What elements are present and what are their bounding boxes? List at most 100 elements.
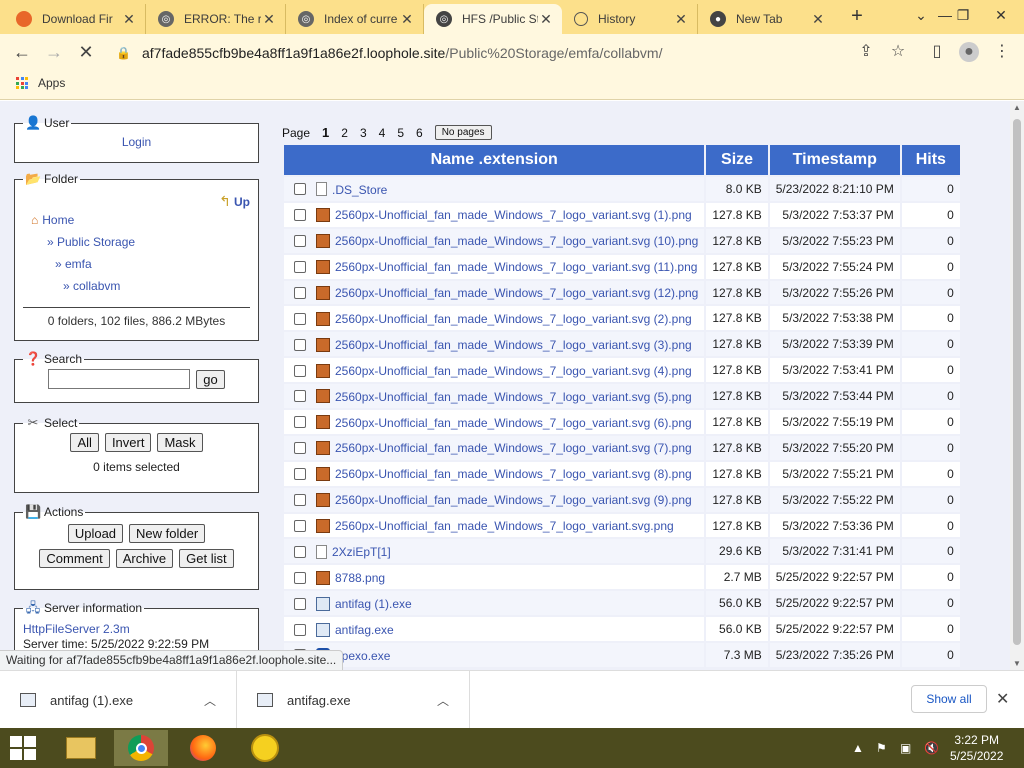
column-header-size[interactable]: Size (706, 145, 768, 175)
file-link[interactable]: 2560px-Unofficial_fan_made_Windows_7_log… (335, 338, 692, 352)
file-checkbox[interactable] (294, 416, 306, 429)
windows-start-icon[interactable] (10, 736, 38, 760)
volume-muted-icon[interactable]: 🔇 (924, 728, 939, 768)
share-icon[interactable]: ⇪ (856, 42, 876, 62)
tab-index[interactable]: ◎ Index of curre ✕ (286, 4, 424, 34)
back-button[interactable]: ← (10, 40, 34, 64)
file-checkbox[interactable] (294, 623, 306, 636)
file-checkbox[interactable] (294, 468, 306, 481)
file-link[interactable]: 8788.png (335, 571, 385, 585)
side-panel-icon[interactable]: ▯ (927, 42, 947, 62)
address-bar[interactable]: 🔒 af7fade855cfb9be4a8ff1a9f1a86e2f.looph… (108, 39, 916, 66)
scroll-up-icon[interactable]: ▲ (1010, 103, 1024, 112)
file-link[interactable]: 2560px-Unofficial_fan_made_Windows_7_log… (335, 415, 692, 429)
apps-bookmark[interactable]: Apps (16, 76, 65, 90)
menu-icon[interactable]: ⋮ (992, 42, 1012, 62)
file-link[interactable]: 2560px-Unofficial_fan_made_Windows_7_log… (335, 519, 674, 533)
tab-hfs-active[interactable]: ◎ HFS /Public St ✕ (424, 4, 562, 34)
tab-download-firefox[interactable]: Download Fir ✕ (4, 4, 146, 34)
star-icon[interactable]: ☆ (888, 42, 908, 62)
breadcrumb-home[interactable]: Home (42, 213, 74, 227)
scroll-down-icon[interactable]: ▼ (1010, 659, 1024, 668)
file-checkbox[interactable] (294, 519, 306, 532)
page-5[interactable]: 5 (397, 126, 404, 140)
file-checkbox[interactable] (294, 442, 306, 455)
select-all-button[interactable]: All (70, 433, 99, 452)
page-6[interactable]: 6 (416, 126, 423, 140)
app-taskbar-icon[interactable] (238, 730, 292, 766)
close-icon[interactable]: ✕ (810, 11, 826, 28)
breadcrumb-collabvm[interactable]: » collabvm (63, 279, 120, 293)
close-shelf-icon[interactable]: ✕ (996, 689, 1009, 709)
close-icon[interactable]: ✕ (261, 11, 277, 28)
firefox-taskbar-icon[interactable] (176, 730, 230, 766)
file-checkbox[interactable] (294, 364, 306, 377)
action-center-flag-icon[interactable]: ⚑ (876, 728, 887, 768)
file-link[interactable]: apexo.exe (335, 648, 390, 662)
download-item[interactable]: antifag.exe ︿ (237, 671, 470, 729)
profile-icon[interactable]: ● (959, 42, 979, 62)
close-icon[interactable]: ✕ (399, 11, 415, 28)
show-all-downloads-button[interactable]: Show all (911, 685, 987, 713)
file-checkbox[interactable] (294, 183, 306, 196)
page-3[interactable]: 3 (360, 126, 367, 140)
page-1[interactable]: 1 (322, 125, 329, 140)
file-checkbox[interactable] (294, 235, 306, 248)
tab-history[interactable]: History ✕ (562, 4, 698, 34)
breadcrumb-public-storage[interactable]: » Public Storage (47, 235, 135, 249)
file-link[interactable]: .DS_Store (332, 182, 387, 196)
stop-loading-button[interactable]: ✕ (74, 40, 98, 64)
get-list-button[interactable]: Get list (179, 549, 234, 568)
file-explorer-icon[interactable] (54, 730, 108, 766)
download-item[interactable]: antifag (1).exe ︿ (0, 671, 237, 729)
file-link[interactable]: 2560px-Unofficial_fan_made_Windows_7_log… (335, 208, 692, 222)
file-checkbox[interactable] (294, 338, 306, 351)
forward-button[interactable]: → (42, 40, 66, 64)
tray-chevron-icon[interactable]: ▲ (852, 728, 864, 768)
file-link[interactable]: 2560px-Unofficial_fan_made_Windows_7_log… (335, 260, 697, 274)
chevron-up-icon[interactable]: ︿ (204, 692, 216, 709)
file-checkbox[interactable] (294, 312, 306, 325)
server-name-link[interactable]: HttpFileServer 2.3m (23, 622, 130, 636)
file-checkbox[interactable] (294, 390, 306, 403)
search-go-button[interactable]: go (196, 369, 225, 389)
file-checkbox[interactable] (294, 597, 306, 610)
comment-button[interactable]: Comment (39, 549, 110, 568)
restore-button[interactable]: ❐ (946, 0, 980, 32)
tab-error[interactable]: ◎ ERROR: The re ✕ (146, 4, 286, 34)
new-tab-button[interactable]: + (846, 6, 868, 28)
scrollbar-thumb[interactable] (1013, 119, 1021, 645)
search-input[interactable] (48, 369, 191, 389)
column-header-name[interactable]: Name .extension (284, 145, 705, 175)
column-header-timestamp[interactable]: Timestamp (769, 145, 900, 175)
page-2[interactable]: 2 (341, 126, 348, 140)
select-invert-button[interactable]: Invert (104, 433, 152, 452)
close-icon[interactable]: ✕ (121, 11, 137, 28)
archive-button[interactable]: Archive (115, 549, 174, 568)
chevron-up-icon[interactable]: ︿ (437, 692, 449, 709)
file-link[interactable]: 2560px-Unofficial_fan_made_Windows_7_log… (335, 234, 698, 248)
file-link[interactable]: 2560px-Unofficial_fan_made_Windows_7_log… (335, 364, 692, 378)
file-checkbox[interactable] (294, 286, 306, 299)
system-clock[interactable]: 3:22 PM 5/25/2022 (950, 732, 1003, 764)
file-link[interactable]: 2560px-Unofficial_fan_made_Windows_7_log… (335, 467, 692, 481)
close-icon[interactable]: ✕ (673, 11, 689, 28)
select-mask-button[interactable]: Mask (157, 433, 203, 452)
file-link[interactable]: 2XziEpT[1] (332, 545, 391, 559)
file-checkbox[interactable] (294, 209, 306, 222)
close-window-button[interactable]: ✕ (984, 0, 1018, 32)
file-checkbox[interactable] (294, 571, 306, 584)
tab-new-tab[interactable]: ● New Tab ✕ (698, 4, 834, 34)
file-link[interactable]: 2560px-Unofficial_fan_made_Windows_7_log… (335, 493, 692, 507)
file-link[interactable]: 2560px-Unofficial_fan_made_Windows_7_log… (335, 389, 692, 403)
file-checkbox[interactable] (294, 545, 306, 558)
no-pages-button[interactable]: No pages (434, 125, 492, 140)
file-link[interactable]: antifag.exe (335, 623, 394, 637)
new-folder-button[interactable]: New folder (129, 524, 206, 543)
file-link[interactable]: 2560px-Unofficial_fan_made_Windows_7_log… (335, 286, 698, 300)
upload-button[interactable]: Upload (67, 524, 124, 543)
file-link[interactable]: antifag (1).exe (335, 597, 412, 611)
chrome-taskbar-icon[interactable] (114, 730, 168, 766)
page-scrollbar[interactable]: ▲ ▼ (1010, 101, 1024, 670)
login-link[interactable]: Login (122, 135, 151, 149)
